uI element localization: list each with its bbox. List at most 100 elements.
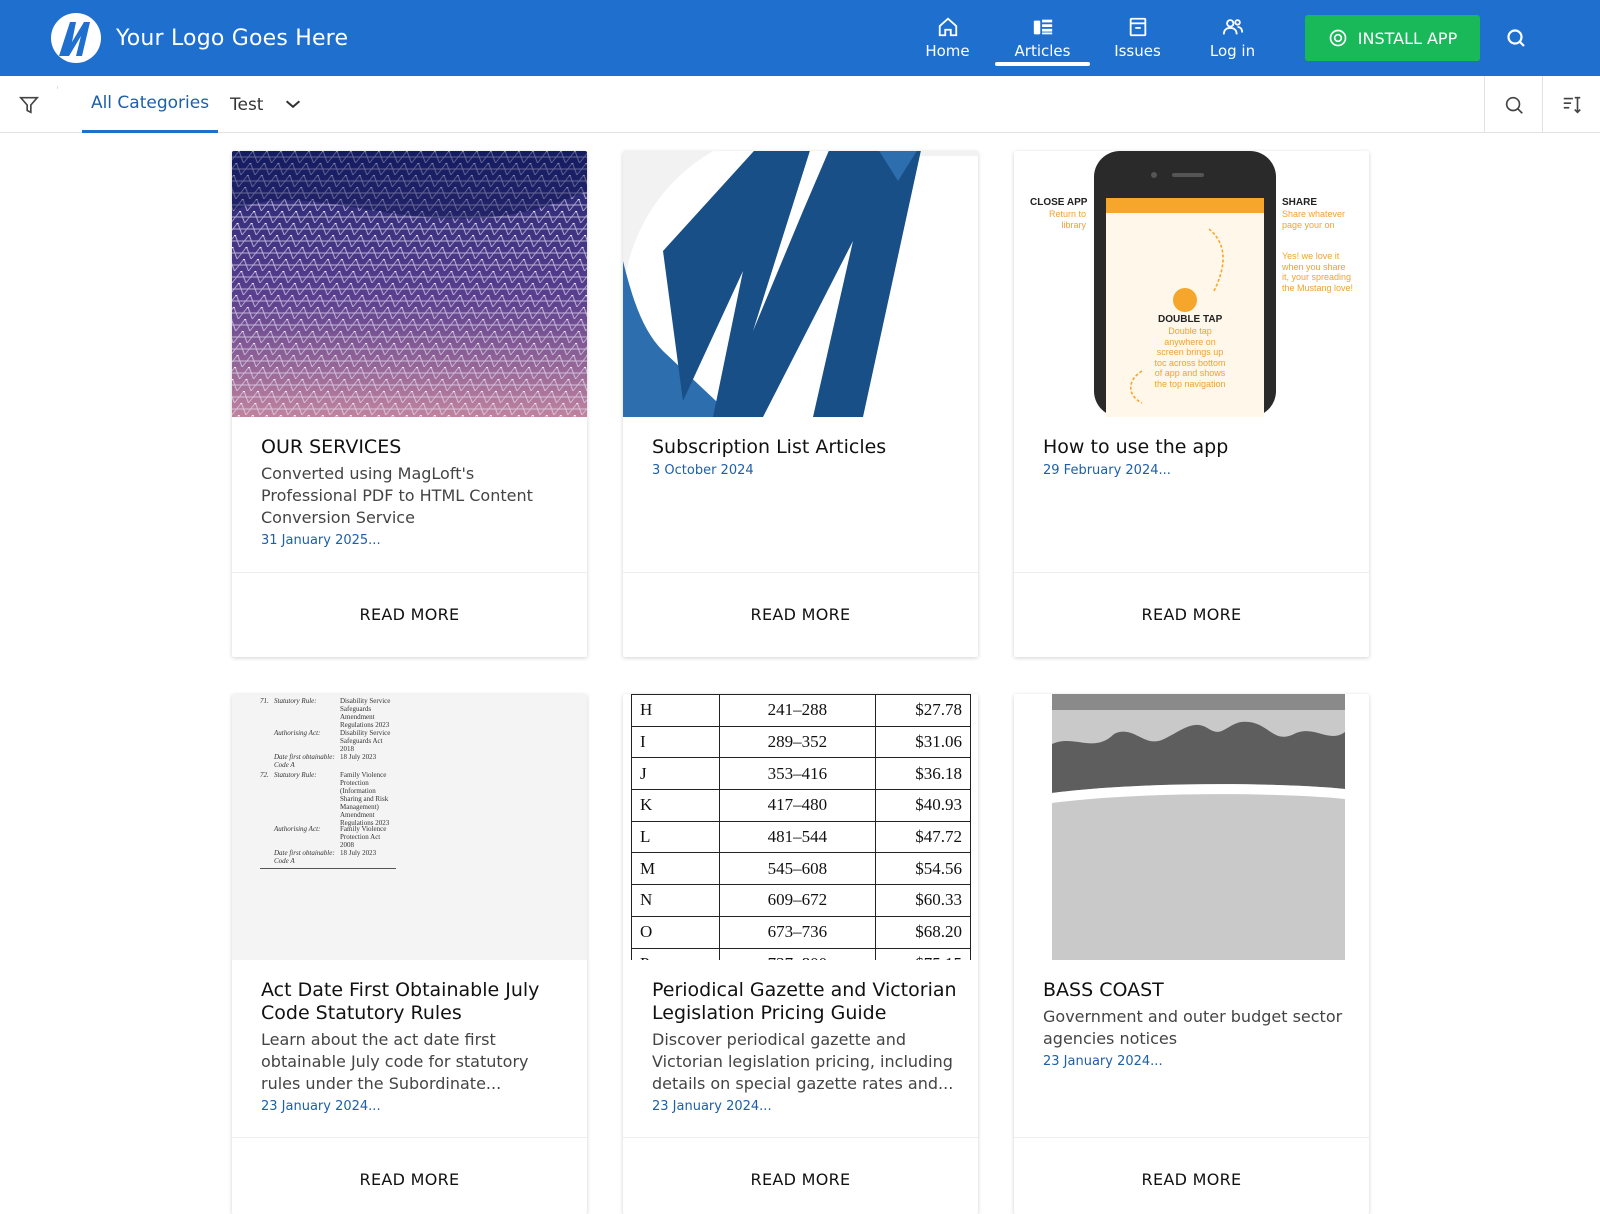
article-thumbnail[interactable]: CLOSE APP Return to library SHARE Share … xyxy=(1014,151,1369,417)
read-more-button[interactable]: READ MORE xyxy=(232,1137,587,1214)
close-app-note: Return to library xyxy=(1048,209,1086,230)
sort-button[interactable] xyxy=(1542,76,1600,133)
doc-row-num: 72. xyxy=(260,771,269,779)
article-thumbnail[interactable]: 71. Statutory Rule: Disability Service S… xyxy=(232,694,587,960)
read-more-label: READ MORE xyxy=(750,605,851,624)
pricing-table-cell: 417–480 xyxy=(718,789,877,822)
pricing-table-cell: N xyxy=(631,884,720,917)
article-title[interactable]: Periodical Gazette and Victorian Legisla… xyxy=(652,979,958,1025)
article-date: 23 January 2024... xyxy=(261,1099,381,1114)
article-card[interactable]: BASS COAST Government and outer budget s… xyxy=(1014,694,1369,1214)
main-nav: Home Articles Issues Log in xyxy=(900,0,1280,76)
article-card[interactable]: CLOSE APP Return to library SHARE Share … xyxy=(1014,151,1369,657)
mesh-pattern-image xyxy=(232,151,587,417)
install-app-label: INSTALL APP xyxy=(1357,28,1458,48)
pricing-table-cell: $40.93 xyxy=(875,789,971,822)
read-more-label: READ MORE xyxy=(359,1170,460,1189)
doc-row-label: Statutory Rule: xyxy=(274,771,317,779)
category-filter-bar: All Categories Test xyxy=(0,76,1600,133)
pricing-table-row: M 545–608 $54.56 xyxy=(631,852,971,886)
read-more-button[interactable]: READ MORE xyxy=(623,572,978,656)
pricing-table-cell: 673–736 xyxy=(718,915,877,949)
read-more-button[interactable]: READ MORE xyxy=(232,572,587,656)
divider xyxy=(57,86,58,89)
nav-home-label: Home xyxy=(925,42,970,60)
article-card[interactable]: OUR SERVICES Converted using MagLoft's P… xyxy=(232,151,587,657)
nav-issues[interactable]: Issues xyxy=(1090,0,1185,76)
article-thumbnail[interactable]: H 241–288 $27.78 I 289–352 $31.06 J 353–416 $36.… xyxy=(623,694,978,960)
article-thumbnail[interactable] xyxy=(1014,694,1369,960)
article-excerpt: Converted using MagLoft's Professional P… xyxy=(261,464,533,527)
article-date: 3 October 2024 xyxy=(652,463,754,478)
read-more-button[interactable]: READ MORE xyxy=(623,1137,978,1214)
doc-row-label: Date first obtainable: xyxy=(274,753,335,761)
pricing-table-cell: $75.15 xyxy=(875,947,971,960)
pricing-table-cell: K xyxy=(631,789,720,822)
article-card[interactable]: 71. Statutory Rule: Disability Service S… xyxy=(232,694,587,1214)
brand-logo-icon xyxy=(51,13,101,63)
articles-icon xyxy=(1033,19,1052,35)
nav-articles[interactable]: Articles xyxy=(995,0,1090,76)
pricing-table-row: H 241–288 $27.78 xyxy=(631,694,971,727)
article-card[interactable]: Subscription List Articles 3 October 202… xyxy=(623,151,978,657)
pricing-table-cell: P xyxy=(631,947,720,960)
pricing-table-cell: 353–416 xyxy=(718,757,877,791)
pricing-table-cell: 737–800 xyxy=(718,947,877,960)
pricing-table-cell: 609–672 xyxy=(718,884,877,917)
double-tap-label: DOUBLE TAP xyxy=(1158,314,1223,325)
doc-row-value: Family Violence Protection Act 2008 xyxy=(340,825,387,849)
doc-row-num: 71. xyxy=(260,697,269,705)
brand-logo-image xyxy=(623,151,978,417)
pricing-table-row: P737–800$75.15 xyxy=(631,947,971,960)
filter-icon[interactable] xyxy=(18,94,40,116)
pricing-table-cell: $27.78 xyxy=(875,694,971,727)
pricing-table-cell: M xyxy=(631,852,720,886)
pricing-table-cell: $47.72 xyxy=(875,820,971,854)
nav-home[interactable]: Home xyxy=(900,0,995,76)
article-date: 29 February 2024... xyxy=(1043,463,1171,478)
pricing-table-row: N 609–672 $60.33 xyxy=(631,884,971,917)
pricing-table-cell: $60.33 xyxy=(875,884,971,917)
article-thumbnail[interactable] xyxy=(623,151,978,417)
search-icon[interactable] xyxy=(1504,26,1528,50)
tab-test-label: Test xyxy=(230,94,264,115)
pricing-table-cell: I xyxy=(631,725,720,759)
pricing-table-cell: 481–544 xyxy=(718,820,877,854)
love-note: Yes! we love it when you share it, your … xyxy=(1282,251,1354,293)
tab-all-categories[interactable]: All Categories xyxy=(82,76,218,133)
article-card[interactable]: H 241–288 $27.78 I 289–352 $31.06 J 353–416 $36.… xyxy=(623,694,978,1214)
read-more-button[interactable]: READ MORE xyxy=(1014,1137,1369,1214)
pricing-table-row: L 481–544 $47.72 xyxy=(631,820,971,854)
nav-login[interactable]: Log in xyxy=(1185,0,1280,76)
pricing-table-cell: O xyxy=(631,915,720,949)
pricing-table-row: I 289–352 $31.06 xyxy=(631,725,971,759)
article-body: Act Date First Obtainable July Code Stat… xyxy=(261,979,567,1114)
article-thumbnail[interactable] xyxy=(232,151,587,417)
pricing-table-row: J 353–416 $36.18 xyxy=(631,757,971,791)
pricing-table-cell: 241–288 xyxy=(718,694,877,727)
doc-row-value: Disability Service Safeguards Amendment … xyxy=(340,697,391,729)
brand[interactable]: Your Logo Goes Here xyxy=(50,12,348,64)
pricing-table-cell: $31.06 xyxy=(875,725,971,759)
double-tap-note: Double tap anywhere on screen brings up … xyxy=(1154,326,1226,389)
article-title[interactable]: BASS COAST xyxy=(1043,979,1349,1002)
filter-search-button[interactable] xyxy=(1484,76,1542,133)
read-more-button[interactable]: READ MORE xyxy=(1014,572,1369,656)
article-date: 31 January 2025... xyxy=(261,533,381,548)
share-note: Share whatever page your on xyxy=(1282,209,1346,230)
close-app-label: CLOSE APP xyxy=(1030,197,1088,208)
read-more-label: READ MORE xyxy=(750,1170,851,1189)
tab-test[interactable]: Test xyxy=(230,76,263,133)
read-more-label: READ MORE xyxy=(359,605,460,624)
pricing-table-cell: $54.56 xyxy=(875,852,971,886)
article-title[interactable]: Act Date First Obtainable July Code Stat… xyxy=(261,979,567,1025)
pricing-table-cell: $68.20 xyxy=(875,915,971,949)
chevron-down-icon[interactable] xyxy=(282,93,304,115)
landscape-image xyxy=(1052,694,1345,960)
article-title[interactable]: Subscription List Articles xyxy=(652,436,958,459)
users-icon xyxy=(1222,19,1243,35)
article-title[interactable]: OUR SERVICES xyxy=(261,436,567,459)
doc-row-label: Date first obtainable: xyxy=(274,849,335,857)
article-title[interactable]: How to use the app xyxy=(1043,436,1349,459)
install-app-button[interactable]: INSTALL APP xyxy=(1305,15,1480,61)
